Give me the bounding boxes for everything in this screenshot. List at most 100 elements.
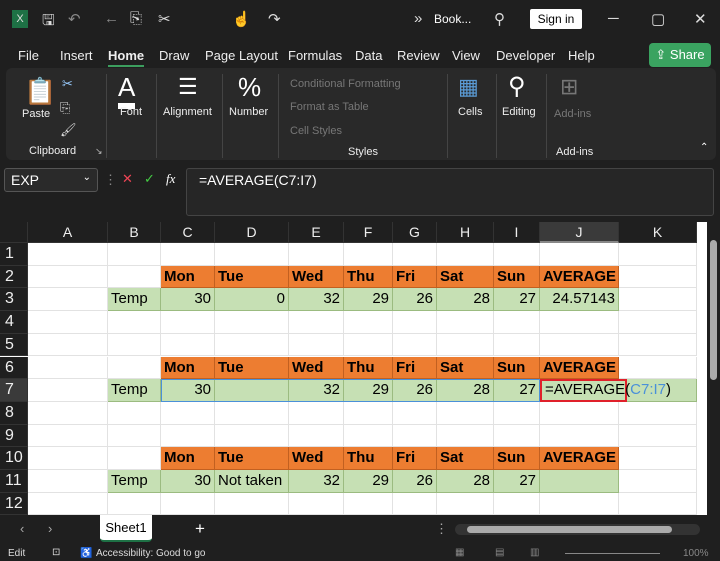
data-cell[interactable]: 26	[393, 288, 437, 312]
data-cell[interactable]: 30	[161, 288, 215, 312]
format-painter-icon[interactable]: 🖌	[60, 122, 77, 138]
cell[interactable]	[289, 311, 344, 334]
cell[interactable]	[494, 492, 540, 515]
cell[interactable]	[289, 492, 344, 515]
data-cell[interactable]: Temp	[108, 379, 161, 402]
header-cell[interactable]: Wed	[289, 447, 344, 470]
name-box[interactable]: EXP ⌄	[4, 168, 98, 192]
header-cell[interactable]: Mon	[161, 447, 215, 470]
chevron-down-icon[interactable]: ⌄	[83, 172, 91, 183]
column-header-G[interactable]: G	[393, 222, 437, 243]
cell[interactable]	[494, 401, 540, 425]
data-cell[interactable]: 29	[344, 288, 393, 312]
header-cell[interactable]: Sat	[437, 447, 494, 470]
row-header-10[interactable]: 10	[0, 447, 28, 470]
cell[interactable]	[28, 311, 108, 334]
cell[interactable]	[540, 492, 619, 515]
prev-sheet-icon[interactable]: ‹	[20, 521, 24, 536]
row-header-11[interactable]: 11	[0, 470, 28, 493]
cell[interactable]	[28, 288, 108, 312]
header-cell[interactable]: Thu	[344, 356, 393, 380]
conditional-formatting-button[interactable]: Conditional Formatting	[290, 78, 401, 90]
row-header-3[interactable]: 3	[0, 288, 28, 312]
cell[interactable]	[108, 333, 161, 357]
row-header-2[interactable]: 2	[0, 265, 28, 289]
header-cell[interactable]: AVERAGE	[540, 265, 619, 289]
row-header-5[interactable]: 5	[0, 333, 28, 357]
cell[interactable]	[540, 311, 619, 334]
page-break-view-icon[interactable]: ▥	[530, 547, 539, 558]
column-header-A[interactable]: A	[28, 222, 108, 243]
cell[interactable]	[619, 311, 697, 334]
accessibility-icon[interactable]: ♿	[80, 548, 92, 559]
tab-data[interactable]: Data	[355, 48, 382, 63]
cell[interactable]	[161, 311, 215, 334]
cell[interactable]	[393, 492, 437, 515]
cell[interactable]	[161, 401, 215, 425]
header-cell[interactable]: Tue	[215, 447, 289, 470]
data-cell[interactable]: 28	[437, 470, 494, 493]
more-commands-icon[interactable]: »	[414, 10, 422, 27]
cell[interactable]	[289, 333, 344, 357]
cell[interactable]	[215, 311, 289, 334]
column-header-E[interactable]: E	[289, 222, 344, 243]
cell[interactable]	[215, 424, 289, 448]
share-button[interactable]: ⇪ Share	[649, 43, 711, 67]
paste-icon[interactable]: 📋	[24, 76, 56, 107]
header-cell[interactable]: Fri	[393, 447, 437, 470]
touch-mode-icon[interactable]: ☝	[232, 10, 251, 28]
cell[interactable]	[344, 424, 393, 448]
header-cell[interactable]: Fri	[393, 356, 437, 380]
cell[interactable]	[161, 243, 215, 266]
header-cell[interactable]: Wed	[289, 265, 344, 289]
data-cell[interactable]: 24.57143	[540, 288, 619, 312]
cell[interactable]	[393, 311, 437, 334]
cell[interactable]	[344, 311, 393, 334]
header-cell[interactable]: Tue	[215, 356, 289, 380]
undo-icon[interactable]: ↶	[68, 10, 81, 28]
cell[interactable]	[28, 356, 108, 380]
cut-icon[interactable]: ✂	[158, 10, 171, 28]
cell[interactable]	[344, 333, 393, 357]
cell[interactable]	[108, 356, 161, 380]
collapse-ribbon-icon[interactable]: ⌃	[700, 142, 708, 153]
cell[interactable]	[28, 492, 108, 515]
cell[interactable]	[393, 401, 437, 425]
data-cell[interactable]: Temp	[108, 470, 161, 493]
data-cell[interactable]: 29	[344, 470, 393, 493]
cell[interactable]	[108, 492, 161, 515]
enter-icon[interactable]: ✓	[144, 171, 155, 187]
cell[interactable]	[344, 401, 393, 425]
cell[interactable]	[215, 401, 289, 425]
cell[interactable]	[108, 424, 161, 448]
cell[interactable]	[540, 401, 619, 425]
minimize-icon[interactable]: ─	[608, 10, 619, 27]
tab-review[interactable]: Review	[397, 48, 440, 63]
zoom-slider[interactable]	[565, 553, 660, 554]
header-cell[interactable]: Sun	[494, 356, 540, 380]
cell[interactable]	[28, 424, 108, 448]
row-header-1[interactable]: 1	[0, 243, 28, 266]
tab-insert[interactable]: Insert	[60, 48, 93, 63]
cell[interactable]	[619, 243, 697, 266]
header-cell[interactable]: Thu	[344, 265, 393, 289]
sheet-tab-sheet1[interactable]: Sheet1	[100, 515, 152, 542]
cell[interactable]	[437, 424, 494, 448]
search-icon[interactable]: ⚲	[494, 10, 505, 28]
accessibility-status[interactable]: Accessibility: Good to go	[96, 548, 206, 559]
cell[interactable]	[393, 424, 437, 448]
cell[interactable]	[494, 311, 540, 334]
editing-button[interactable]: Editing	[502, 106, 536, 118]
cell[interactable]	[108, 243, 161, 266]
format-as-table-button[interactable]: Format as Table	[290, 101, 369, 113]
save-icon[interactable]: 🖫	[42, 10, 55, 35]
cell[interactable]	[161, 424, 215, 448]
cell[interactable]	[289, 243, 344, 266]
cell[interactable]	[393, 333, 437, 357]
cell[interactable]	[619, 447, 697, 470]
number-button[interactable]: Number	[229, 106, 268, 118]
column-header-H[interactable]: H	[437, 222, 494, 243]
sign-in-button[interactable]: Sign in	[530, 9, 582, 29]
editing-cell-J7[interactable]: =AVERAGE(C7:I7)	[540, 379, 671, 402]
cell[interactable]	[619, 333, 697, 357]
